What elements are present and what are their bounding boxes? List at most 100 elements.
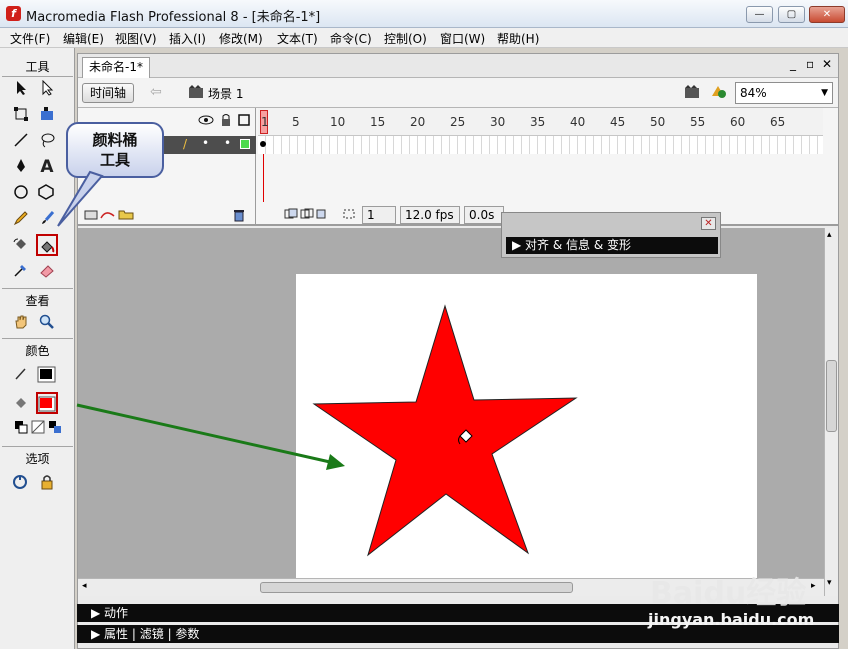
doc-minimize-button[interactable]: _ (790, 57, 796, 71)
subselection-tool-icon[interactable] (36, 78, 58, 100)
align-info-transform-panel[interactable]: ▶ 对齐 & 信息 & 变形 (506, 237, 718, 254)
eraser-tool-icon[interactable] (36, 260, 58, 282)
zoom-select[interactable]: 84% ▼ (735, 82, 833, 104)
lock-icon[interactable] (220, 113, 232, 130)
close-button[interactable]: ✕ (809, 6, 845, 23)
center-frame-icon[interactable] (284, 208, 298, 223)
menu-help[interactable]: 帮助(H) (497, 30, 539, 47)
frame-rate[interactable]: 12.0 fps (400, 206, 460, 224)
menu-modify[interactable]: 修改(M) (219, 30, 263, 47)
document-tab[interactable]: 未命名-1* (82, 57, 150, 78)
params-tab[interactable]: 参数 (175, 627, 199, 641)
scrollbar-thumb[interactable] (826, 360, 837, 432)
doc-close-button[interactable]: ✕ (822, 57, 832, 71)
timeline-toggle-button[interactable]: 时间轴 (82, 83, 134, 103)
trash-icon[interactable] (232, 208, 246, 225)
stroke-color-swatch[interactable] (36, 364, 58, 386)
add-motion-guide-icon[interactable] (100, 208, 116, 223)
layer-color-swatch[interactable] (240, 139, 250, 149)
gradient-transform-tool-icon[interactable] (36, 104, 58, 126)
frame-number: 55 (690, 115, 706, 129)
red-star[interactable] (312, 304, 578, 557)
callout-line-1: 颜料桶 (92, 131, 138, 149)
text-tool-icon[interactable]: A (36, 156, 58, 178)
menu-text[interactable]: 文本(T) (277, 30, 318, 47)
eyedropper-tool-icon[interactable] (10, 260, 32, 282)
scroll-up-icon[interactable]: ▴ (827, 230, 832, 240)
expand-arrow-icon: ▶ (91, 627, 105, 641)
paint-bucket-tool-icon[interactable] (36, 234, 58, 256)
menu-window[interactable]: 窗口(W) (440, 30, 485, 47)
free-transform-tool-icon[interactable] (10, 104, 32, 126)
document-window: 未命名-1* _ ▫ ✕ 时间轴 ⇦ 场景 1 84% ▼ / • • 1 5 … (77, 53, 839, 649)
menu-view[interactable]: 视图(V) (115, 30, 157, 47)
scrollbar-thumb[interactable] (260, 582, 573, 593)
insert-folder-icon[interactable] (118, 208, 134, 223)
oval-tool-icon[interactable] (10, 182, 32, 204)
pencil-tool-icon[interactable] (10, 208, 32, 230)
scene-icon (188, 84, 204, 103)
filters-tab[interactable]: 滤镜 (140, 627, 164, 641)
chevron-down-icon: ▼ (821, 88, 828, 98)
edit-scene-icon[interactable] (684, 84, 702, 103)
toolbox-title: 工具 (25, 60, 50, 74)
back-arrow-icon[interactable]: ⇦ (150, 84, 162, 100)
swap-colors-icon[interactable] (44, 418, 66, 440)
elapsed-time: 0.0s (464, 206, 504, 224)
callout-line-2: 工具 (99, 151, 130, 169)
selection-tool-icon[interactable] (10, 78, 32, 100)
line-tool-icon[interactable] (10, 130, 32, 152)
lock-dot[interactable]: • (224, 136, 231, 150)
visible-dot[interactable]: • (202, 136, 209, 150)
menu-control[interactable]: 控制(O) (384, 30, 427, 47)
zoom-tool-icon[interactable] (36, 312, 58, 334)
frame-number: 1 (261, 115, 269, 129)
ink-bottle-tool-icon[interactable] (10, 234, 32, 256)
maximize-button[interactable]: ▢ (778, 6, 805, 23)
menu-edit[interactable]: 编辑(E) (63, 30, 104, 47)
edit-symbols-icon[interactable] (710, 84, 728, 103)
onion-outline-icon[interactable] (316, 208, 330, 223)
properties-tab[interactable]: 属性 (104, 627, 128, 641)
fill-color-swatch[interactable] (36, 392, 58, 414)
scroll-down-icon[interactable]: ▾ (827, 578, 832, 588)
minimize-button[interactable]: — (746, 6, 773, 23)
frame-ruler[interactable]: 1 5 10 15 20 25 30 35 40 45 50 55 60 65 (258, 108, 823, 136)
panel-close-button[interactable]: ✕ (701, 217, 716, 230)
edit-multiple-frames-icon[interactable] (342, 208, 356, 223)
star-shape[interactable] (296, 274, 757, 578)
menu-insert[interactable]: 插入(I) (169, 30, 206, 47)
pen-tool-icon[interactable] (10, 156, 32, 178)
doc-restore-button[interactable]: ▫ (806, 57, 814, 71)
current-frame: 1 (362, 206, 396, 224)
toolbox-divider (2, 76, 73, 77)
menu-bar: 文件(F) 编辑(E) 视图(V) 插入(I) 修改(M) 文本(T) 命令(C… (0, 28, 848, 48)
frame-number: 40 (570, 115, 586, 129)
vertical-scrollbar[interactable]: ▴ ▾ (824, 228, 838, 596)
pencil-icon: / (183, 137, 188, 151)
insert-layer-icon[interactable] (84, 208, 98, 223)
frame-number: 10 (330, 115, 346, 129)
onion-skin-icon[interactable] (300, 208, 314, 223)
title-bar: f Macromedia Flash Professional 8 - [未命名… (0, 0, 848, 28)
frame-grid[interactable] (258, 136, 823, 154)
stage[interactable] (296, 274, 757, 578)
menu-commands[interactable]: 命令(C) (330, 30, 372, 47)
scroll-left-icon[interactable]: ◂ (82, 581, 87, 591)
menu-file[interactable]: 文件(F) (10, 30, 50, 47)
hand-tool-icon[interactable] (10, 312, 32, 334)
floating-panel: ✕ ▶ 对齐 & 信息 & 变形 (501, 212, 721, 258)
lock-fill-icon[interactable] (36, 472, 58, 494)
eye-icon[interactable] (198, 114, 214, 129)
brush-tool-icon[interactable] (36, 208, 58, 230)
polystar-tool-icon[interactable] (36, 182, 58, 204)
zoom-value: 84% (740, 86, 767, 100)
outline-icon[interactable] (238, 114, 250, 129)
scene-label: 场景 1 (208, 87, 244, 101)
lasso-tool-icon[interactable] (36, 130, 58, 152)
frame-number: 35 (530, 115, 546, 129)
gap-size-icon[interactable] (10, 472, 32, 494)
scroll-right-icon[interactable]: ▸ (811, 581, 816, 591)
keyframe-dot[interactable] (260, 141, 266, 147)
stage-area (78, 228, 824, 578)
